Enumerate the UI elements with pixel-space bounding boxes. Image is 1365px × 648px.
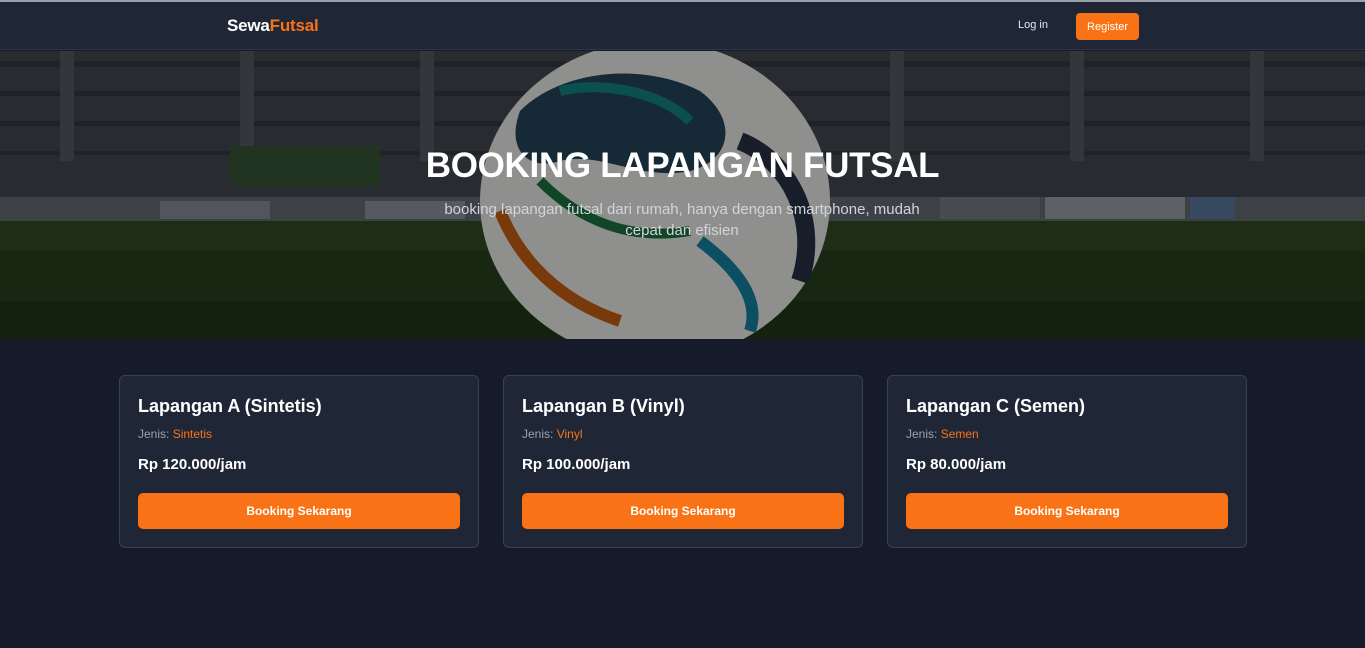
- field-card-price: Rp 80.000/jam: [906, 456, 1007, 473]
- booking-button[interactable]: Booking Sekarang: [906, 493, 1228, 529]
- hero-dark-overlay: [0, 51, 1365, 339]
- field-type-label: Jenis:: [906, 427, 938, 441]
- login-link[interactable]: Log in: [1018, 19, 1048, 31]
- field-type-value: Sintetis: [172, 427, 213, 441]
- field-type-label: Jenis:: [522, 427, 554, 441]
- brand-logo[interactable]: SewaFutsal: [227, 16, 319, 36]
- field-type-value: Semen: [940, 427, 979, 441]
- field-card-type: Jenis: Vinyl: [522, 427, 583, 441]
- field-card-title: Lapangan C (Semen): [906, 396, 1086, 416]
- booking-button[interactable]: Booking Sekarang: [138, 493, 460, 529]
- hero-banner: BOOKING LAPANGAN FUTSAL booking lapangan…: [0, 51, 1365, 339]
- field-type-label: Jenis:: [138, 427, 170, 441]
- register-button[interactable]: Register: [1076, 13, 1139, 40]
- field-card-c: Lapangan C (Semen) Jenis: Semen Rp 80.00…: [887, 375, 1247, 548]
- field-card-price: Rp 100.000/jam: [522, 456, 631, 473]
- booking-button[interactable]: Booking Sekarang: [522, 493, 844, 529]
- field-card-title: Lapangan B (Vinyl): [522, 396, 685, 416]
- field-card-b: Lapangan B (Vinyl) Jenis: Vinyl Rp 100.0…: [503, 375, 863, 548]
- field-card-type: Jenis: Sintetis: [138, 427, 212, 441]
- hero-subtitle: booking lapangan futsal dari rumah, hany…: [444, 201, 920, 239]
- field-card-a: Lapangan A (Sintetis) Jenis: Sintetis Rp…: [119, 375, 479, 548]
- hero-title: BOOKING LAPANGAN FUTSAL: [425, 146, 940, 185]
- brand-text-sewa: Sewa: [227, 16, 270, 35]
- field-card-type: Jenis: Semen: [906, 427, 979, 441]
- field-card-title: Lapangan A (Sintetis): [138, 396, 322, 416]
- brand-text-futsal: Futsal: [269, 16, 319, 35]
- field-type-value: Vinyl: [556, 427, 583, 441]
- navbar: SewaFutsal Log in Register: [0, 2, 1365, 50]
- field-card-price: Rp 120.000/jam: [138, 456, 247, 473]
